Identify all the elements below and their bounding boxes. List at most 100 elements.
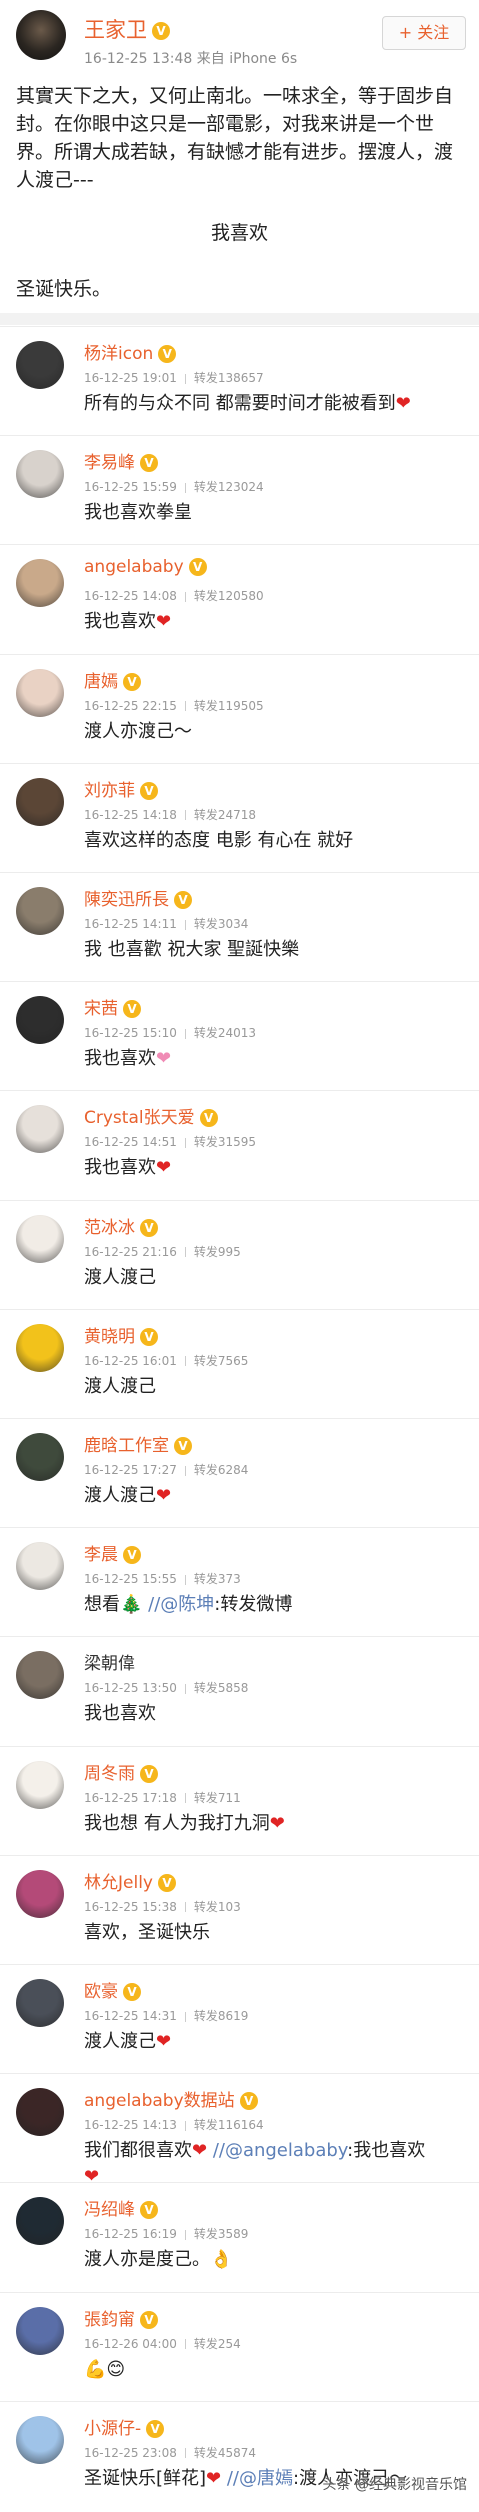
commenter-name-text[interactable]: 杨洋icon [84,344,153,364]
commenter-name-text[interactable]: 冯绍峰 [84,2200,135,2220]
forward-count[interactable]: 转发119505 [194,699,264,713]
comment-text: 我也想 有人为我打九洞❤ [84,1811,468,1837]
commenter-name-text[interactable]: 小源仔- [84,2419,141,2439]
meta-divider [184,1137,186,1148]
commenter-name-text[interactable]: 張鈞甯 [84,2310,135,2330]
commenter-name[interactable]: 宋茜 V [84,994,141,1019]
avatar[interactable] [16,1760,64,1809]
commenter-name[interactable]: 李易峰 V [84,448,158,473]
commenter-name[interactable]: 刘亦菲 V [84,776,158,801]
avatar[interactable] [16,996,64,1045]
commenter-name-text[interactable]: angelababy [84,557,184,577]
commenter-name-text[interactable]: 宋茜 [84,999,118,1019]
forward-count[interactable]: 转发373 [194,1572,241,1586]
commenter-name-text[interactable]: 周冬雨 [84,1764,135,1784]
commenter-name[interactable]: 唐嫣 V [84,667,141,692]
commenter-name-text[interactable]: 刘亦菲 [84,781,135,801]
commenter-name[interactable]: 冯绍峰 V [84,2195,158,2220]
commenter-name-text[interactable]: 范冰冰 [84,1218,135,1238]
commenter-name[interactable]: 陳奕迅所長 V [84,885,192,910]
commenter-name[interactable]: 梁朝偉 [84,1649,135,1674]
forward-count[interactable]: 转发31595 [194,1135,256,1149]
avatar[interactable] [16,559,64,608]
forward-count[interactable]: 转发24013 [194,1026,256,1040]
commenter-name-text[interactable]: 唐嫣 [84,672,118,692]
commenter-name-text[interactable]: 陳奕迅所長 [84,890,169,910]
forward-count[interactable]: 转发8619 [194,2009,249,2023]
forward-count[interactable]: 转发24718 [194,808,256,822]
comment-time: 16-12-25 15:59 [84,480,177,495]
avatar[interactable] [16,1105,64,1154]
commenter-name[interactable]: 周冬雨 V [84,1759,158,1784]
mention-link[interactable]: //@陈坤 [148,1594,214,1615]
mention-link[interactable]: //@angelababy [207,2140,347,2161]
commenter-name-text[interactable]: 林允Jelly [84,1873,153,1893]
avatar[interactable] [16,1542,64,1591]
avatar[interactable] [16,2197,64,2246]
follow-button[interactable]: + 关注 [382,16,466,50]
forward-count[interactable]: 转发103 [194,1900,241,1914]
forward-count[interactable]: 转发45874 [194,2446,256,2460]
avatar[interactable] [16,1214,64,1263]
meta-divider [184,2120,186,2131]
forward-count[interactable]: 转发6284 [194,1463,249,1477]
commenter-name[interactable]: 小源仔- V [84,2414,165,2439]
avatar[interactable] [16,1979,64,2027]
forward-count[interactable]: 转发711 [194,1791,241,1805]
avatar[interactable] [16,1869,64,1918]
commenter-name[interactable]: 林允Jelly V [84,1868,176,1893]
forward-count[interactable]: 转发116164 [194,2118,264,2132]
comment-item: 周冬雨 V 16-12-25 17:18 转发711 我也想 有人为我打九洞❤ [0,1745,479,1851]
commenter-name[interactable]: 欧豪 V [84,1977,141,2002]
avatar[interactable] [16,1651,64,1700]
avatar[interactable] [16,777,64,826]
comment-item: 李晨 V 16-12-25 15:55 转发373 想看🎄 //@陈坤:转发微博 [0,1527,479,1633]
commenter-name[interactable]: angelababy数据站 V [84,2086,258,2111]
avatar[interactable] [16,341,64,389]
avatar[interactable] [16,450,64,499]
comment-text: 渡人渡己 [84,1265,468,1291]
commenter-name-text[interactable]: 梁朝偉 [84,1654,135,1674]
forward-count[interactable]: 转发995 [194,1245,241,1259]
author-name-text[interactable]: 王家卫 [84,18,147,42]
avatar[interactable] [16,887,64,935]
comment-text-body: 喜欢这样的态度 电影 有心在 就好 [84,829,354,851]
forward-count[interactable]: 转发3034 [194,917,249,931]
avatar[interactable] [16,668,64,717]
author-name[interactable]: 王家卫 V [84,14,170,44]
commenter-name-text[interactable]: angelababy数据站 [84,2091,235,2111]
forward-count[interactable]: 转发254 [194,2337,241,2351]
comment-meta: 16-12-25 17:18 转发711 [84,1789,241,1806]
commenter-name[interactable]: 黄晓明 V [84,1322,158,1347]
commenter-name-text[interactable]: Crystal张天爱 [84,1108,195,1128]
forward-count[interactable]: 转发123024 [194,480,264,494]
commenter-name[interactable]: 李晨 V [84,1540,141,1565]
avatar[interactable] [16,2088,64,2137]
commenter-name-text[interactable]: 黄晓明 [84,1327,135,1347]
commenter-name[interactable]: 鹿晗工作室 V [84,1431,192,1456]
comment-text: 我也喜欢❤ [84,1046,468,1072]
forward-count[interactable]: 转发138657 [194,371,264,385]
forward-count[interactable]: 转发120580 [194,589,264,603]
comment-meta: 16-12-25 14:11 转发3034 [84,915,248,932]
commenter-name-text[interactable]: 鹿晗工作室 [84,1436,169,1456]
avatar[interactable] [16,2415,64,2464]
meta-divider [184,1247,186,1258]
forward-count[interactable]: 转发3589 [194,2227,249,2241]
avatar[interactable] [16,1323,64,1372]
avatar[interactable] [16,1433,64,1481]
mention-link[interactable]: //@唐嫣 [221,2468,293,2489]
commenter-name[interactable]: 張鈞甯 V [84,2305,158,2330]
commenter-name-text[interactable]: 李晨 [84,1545,118,1565]
commenter-name[interactable]: 范冰冰 V [84,1213,158,1238]
avatar[interactable] [16,2306,64,2355]
commenter-name-text[interactable]: 李易峰 [84,453,135,473]
forward-count[interactable]: 转发7565 [194,1354,249,1368]
comment-text-body: 💪😊 [84,2358,126,2380]
commenter-name[interactable]: angelababy V [84,557,207,577]
commenter-name[interactable]: Crystal张天爱 V [84,1103,218,1128]
author-avatar[interactable] [16,10,66,60]
commenter-name[interactable]: 杨洋icon V [84,339,177,364]
forward-count[interactable]: 转发5858 [194,1681,249,1695]
commenter-name-text[interactable]: 欧豪 [84,1982,118,2002]
